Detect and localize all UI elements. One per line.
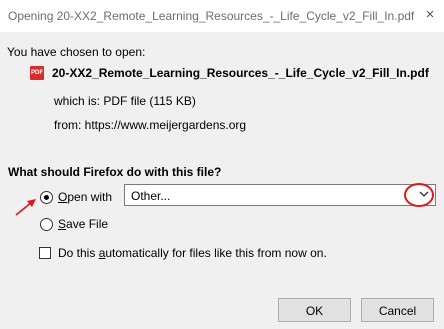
ok-button[interactable]: OK <box>278 298 351 322</box>
cancel-button[interactable]: Cancel <box>361 298 434 322</box>
file-type: which is: PDF file (115 KB) <box>54 94 196 108</box>
action-question: What should Firefox do with this file? <box>8 165 222 179</box>
close-icon[interactable]: × <box>422 7 438 23</box>
file-source: from: https://www.meijergardens.org <box>54 118 247 132</box>
file-name: 20-XX2_Remote_Learning_Resources_-_Life_… <box>52 66 429 80</box>
save-file-label[interactable]: Save File <box>58 217 108 231</box>
annotation-circle <box>404 183 434 207</box>
auto-label[interactable]: Do this automatically for files like thi… <box>58 246 327 260</box>
pdf-file-icon: PDF <box>30 66 44 80</box>
open-with-label[interactable]: Open with <box>58 190 112 204</box>
open-with-select-value: Other... <box>131 189 171 203</box>
save-file-accel: S <box>58 217 67 231</box>
chosen-label: You have chosen to open: <box>7 45 146 59</box>
open-with-accel: O <box>58 190 68 204</box>
annotation-arrow-icon <box>15 199 36 216</box>
title-bar: Opening 20-XX2_Remote_Learning_Resources… <box>0 0 444 32</box>
save-file-radio[interactable] <box>40 218 53 231</box>
auto-checkbox[interactable] <box>39 247 51 259</box>
open-with-radio[interactable] <box>40 191 53 204</box>
open-with-select[interactable]: Other... <box>124 184 436 206</box>
window-title: Opening 20-XX2_Remote_Learning_Resources… <box>8 9 415 23</box>
download-dialog: You have chosen to open: PDF 20-XX2_Remo… <box>0 32 444 329</box>
